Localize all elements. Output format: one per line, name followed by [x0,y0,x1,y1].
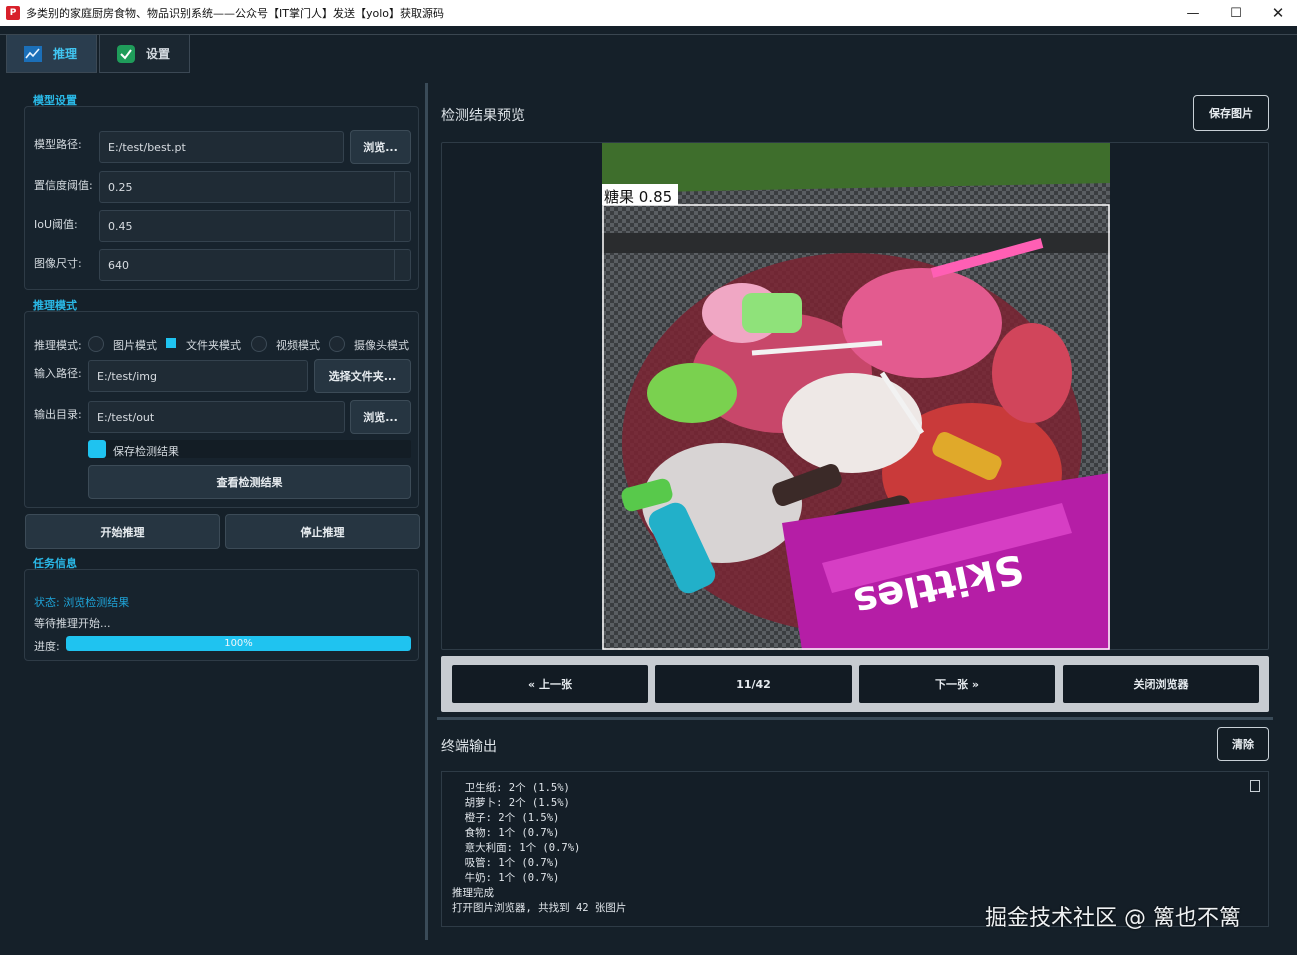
vertical-splitter[interactable] [437,717,1273,720]
terminal-line: 橙子: 2个 (1.5%) [452,812,560,824]
tab-inference[interactable]: 推理 [6,35,97,73]
terminal-line: 胡萝卜: 2个 (1.5%) [452,797,570,809]
model-settings-group: 模型路径: E:/test/best.pt 浏览... 置信度阈值: 0.25 … [24,106,419,290]
output-browse-button[interactable]: 浏览... [350,400,411,434]
tab-settings[interactable]: 设置 [99,35,190,73]
tab-settings-label: 设置 [146,47,171,61]
progress-text: 100% [224,638,253,649]
detection-label: 糖果 0.85 [604,188,673,206]
minimize-icon[interactable]: — [1171,0,1215,26]
output-dir-label: 输出目录: [34,408,82,421]
tab-inference-label: 推理 [53,47,78,61]
window-title: 多类别的家庭厨房食物、物品识别系统——公众号【IT掌门人】发送【yolo】获取源… [26,7,444,20]
conf-spin-arrows[interactable] [394,171,410,203]
radio-video-mode[interactable] [251,336,267,352]
radio-camera-mode-label: 摄像头模式 [354,339,409,352]
iou-label: IoU阈值: [34,218,78,231]
imgsz-value: 640 [108,258,129,272]
close-browser-button[interactable]: 关闭浏览器 [1063,665,1259,703]
check-shield-icon [116,44,136,63]
progress-bar: 100% [66,636,411,651]
detection-preview: Skittles 糖果 0.85 [441,142,1269,650]
save-results-checkbox[interactable] [88,440,106,458]
preview-title: 检测结果预览 [441,108,525,124]
waiting-text: 等待推理开始... [34,617,111,630]
radio-camera-mode[interactable] [329,336,345,352]
mode-label: 推理模式: [34,339,82,352]
prev-image-button[interactable]: « 上一张 [452,665,648,703]
save-results-label: 保存检测结果 [113,445,179,458]
terminal-title: 终端输出 [441,739,497,755]
conf-label: 置信度阈值: [34,179,93,192]
radio-image-mode-label: 图片模式 [113,339,157,352]
model-browse-button[interactable]: 浏览... [350,130,411,164]
candy-photo: Skittles [602,143,1110,650]
panel-splitter[interactable] [425,83,428,940]
task-info-group: 状态: 浏览检测结果 等待推理开始... 进度: 100% [24,569,419,661]
chart-line-icon [23,45,43,63]
detection-image: Skittles 糖果 0.85 [602,143,1110,650]
terminal-scrollbar[interactable] [1250,780,1260,792]
app-logo-icon: P [6,6,20,20]
radio-image-mode[interactable] [88,336,104,352]
save-image-button[interactable]: 保存图片 [1193,95,1269,131]
radio-folder-mode[interactable] [166,338,176,348]
output-dir-field[interactable]: E:/test/out [88,401,345,433]
window-titlebar: P 多类别的家庭厨房食物、物品识别系统——公众号【IT掌门人】发送【yolo】获… [0,0,1297,26]
radio-folder-mode-label: 文件夹模式 [186,339,241,352]
model-path-value: E:/test/best.pt [108,140,186,154]
output-dir-value: E:/test/out [97,410,155,424]
imgsz-label: 图像尺寸: [34,257,82,270]
model-path-input[interactable]: E:/test/best.pt [99,131,344,163]
tab-bar-line [0,34,1297,35]
maximize-icon[interactable]: ☐ [1214,0,1258,26]
status-text: 状态: 浏览检测结果 [34,596,130,609]
radio-video-mode-label: 视频模式 [276,339,320,352]
image-counter: 11/42 [655,665,852,703]
imgsz-spinbox[interactable]: 640 [99,249,411,281]
progress-label: 进度: [34,640,60,653]
terminal-line: 吸管: 1个 (0.7%) [452,857,560,869]
model-path-label: 模型路径: [34,138,82,151]
clear-terminal-button[interactable]: 清除 [1217,727,1269,761]
iou-spin-arrows[interactable] [394,210,410,242]
select-folder-button[interactable]: 选择文件夹... [314,359,411,393]
infer-mode-group: 推理模式: 图片模式 文件夹模式 视频模式 摄像头模式 输入路径: E:/tes… [24,311,419,508]
terminal-line: 卫生纸: 2个 (1.5%) [452,782,570,794]
start-inference-button[interactable]: 开始推理 [25,514,220,549]
image-navigation: « 上一张 11/42 下一张 » 关闭浏览器 [441,656,1269,712]
conf-value: 0.25 [108,180,133,194]
imgsz-spin-arrows[interactable] [394,249,410,281]
terminal-line: 食物: 1个 (0.7%) [452,827,560,839]
terminal-line: 意大利面: 1个 (0.7%) [452,842,581,854]
next-image-button[interactable]: 下一张 » [859,665,1055,703]
view-results-button[interactable]: 查看检测结果 [88,465,411,499]
stop-inference-button[interactable]: 停止推理 [225,514,420,549]
iou-value: 0.45 [108,219,133,233]
terminal-line: 牛奶: 1个 (0.7%) [452,872,560,884]
terminal-line: 推理完成 [452,887,494,899]
watermark: 掘金技术社区 @ 篱也不篱 [985,906,1241,931]
iou-spinbox[interactable]: 0.45 [99,210,411,242]
input-path-value: E:/test/img [97,369,157,383]
input-path-label: 输入路径: [34,367,82,380]
close-icon[interactable]: ✕ [1256,0,1297,26]
input-path-field[interactable]: E:/test/img [88,360,308,392]
conf-spinbox[interactable]: 0.25 [99,171,411,203]
